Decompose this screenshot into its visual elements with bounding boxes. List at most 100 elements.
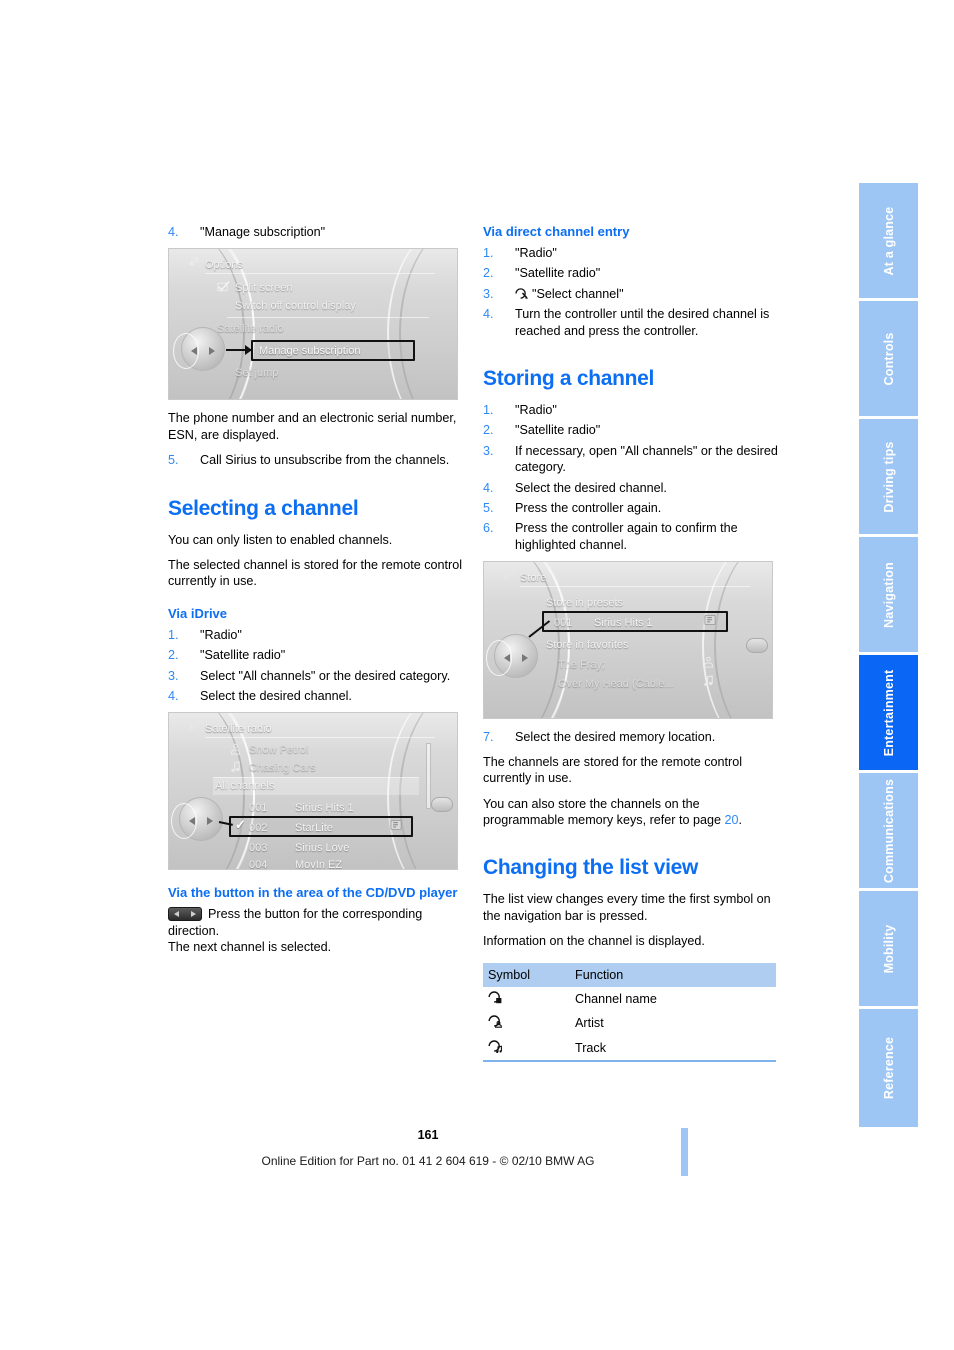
sidebar-item-controls[interactable]: Controls: [859, 301, 918, 419]
paragraph-esn: The phone number and an electronic seria…: [168, 411, 457, 442]
menu-item-split-screen[interactable]: Split screen: [235, 280, 431, 296]
store-icon: [503, 571, 514, 579]
sidebar-item-mobility[interactable]: Mobility: [859, 891, 918, 1009]
preset-name[interactable]: Sirius Hits 1: [594, 615, 653, 631]
paragraph-remote-control: The selected channel is stored for the r…: [168, 558, 463, 589]
music-note-icon: [231, 761, 240, 773]
column-header-function: Function: [563, 962, 776, 987]
list-item: 4. Select the desired channel.: [168, 688, 468, 704]
sidebar-item-label: Communications: [881, 778, 896, 883]
channel-number: 001: [249, 802, 268, 815]
sidebar-item-label: At a glance: [881, 206, 896, 275]
step-number: 5.: [483, 501, 494, 516]
screen-title: Options: [205, 259, 243, 272]
list-item: 3. "Select channel": [483, 286, 783, 302]
step-text: "Radio": [515, 403, 557, 418]
sidebar-item-label: Navigation: [881, 561, 896, 628]
step-number: 7.: [483, 730, 494, 745]
step-number: 3.: [168, 668, 179, 683]
menu-item-manage-subscription[interactable]: Manage subscription: [259, 343, 361, 359]
select-channel-icon: [515, 288, 528, 299]
checkmark-icon: ✓: [235, 817, 246, 833]
page-reference-link[interactable]: 20: [724, 813, 738, 827]
preset-badge-icon: [704, 615, 716, 626]
list-section-store-in-presets: Store in presets: [546, 597, 624, 610]
list-item: 1. "Radio": [483, 245, 783, 261]
step-text: Turn the controller until the desired ch…: [515, 307, 770, 338]
page-title-selecting-channel: Selecting a channel: [168, 496, 359, 520]
step-list-direct-entry: 1. "Radio" 2. "Satellite radio" 3. "Sele…: [483, 245, 783, 339]
list-item: 1. "Radio": [168, 627, 468, 643]
favorite-item-track[interactable]: Over My Head (Cable...: [558, 676, 746, 692]
step-text: "Select channel": [532, 286, 624, 301]
sidebar-item-at-a-glance[interactable]: At a glance: [859, 183, 918, 301]
menu-item-switch-off-display[interactable]: Switch off control display: [235, 298, 431, 314]
favorite-item-artist[interactable]: The Fray;: [558, 657, 746, 673]
step-text: "Satellite radio": [515, 423, 601, 438]
channel-name[interactable]: StarLite: [295, 820, 333, 836]
menu-item-set-jump[interactable]: Set jump: [235, 365, 431, 381]
artist-name: Snow Petrol: [249, 744, 309, 757]
sidebar-item-label: Driving tips: [881, 440, 896, 513]
chapter-sidebar: At a glance Controls Driving tips Naviga…: [808, 183, 954, 1127]
step-number: 4.: [168, 225, 179, 239]
subheading-direct-channel-entry: Via direct channel entry: [483, 224, 630, 239]
symbol-cell: [483, 1011, 563, 1035]
function-cell: Artist: [575, 1016, 604, 1031]
sidebar-item-label: Controls: [881, 332, 896, 385]
idrive-controller-knob[interactable]: [486, 634, 538, 679]
channel-name[interactable]: Sirius Hits 1: [295, 800, 354, 816]
idrive-controller-knob[interactable]: [173, 327, 225, 372]
prog-keys-period: .: [738, 812, 743, 827]
artist-symbol-icon: [488, 1015, 502, 1029]
step-number: 1.: [483, 403, 494, 418]
step-text: "Satellite radio": [200, 648, 286, 663]
sidebar-item-driving-tips[interactable]: Driving tips: [859, 419, 918, 537]
table-row: Channel name: [483, 987, 776, 1011]
idrive-controller-knob[interactable]: [171, 797, 223, 842]
sidebar-item-navigation[interactable]: Navigation: [859, 537, 918, 655]
right-control-knob[interactable]: [746, 638, 768, 654]
step-number: 3.: [483, 286, 494, 301]
list-section-store-in-favorites: Store in favorites: [546, 639, 629, 652]
sidebar-item-reference[interactable]: Reference: [859, 1009, 918, 1127]
skip-prev-next-button-icon[interactable]: [168, 907, 202, 922]
menu-item-satellite-radio[interactable]: Satellite radio: [217, 321, 431, 337]
paragraph-programmable-keys: You can also store the channels on the p…: [483, 796, 783, 829]
sidebar-item-entertainment[interactable]: Entertainment: [859, 655, 918, 773]
preset-number: 001: [554, 617, 573, 630]
list-item: 2. "Satellite radio": [483, 265, 783, 281]
artist-icon: [703, 657, 714, 668]
sidebar-item-communications[interactable]: Communications: [859, 773, 918, 891]
page-title-storing-channel: Storing a channel: [483, 367, 655, 391]
step-text: "Radio": [200, 627, 242, 642]
channel-name[interactable]: MovIn EZ: [295, 857, 342, 869]
channel-name-symbol-icon: [488, 991, 502, 1004]
column-header-symbol: Symbol: [483, 962, 563, 987]
step-text: If necessary, open "All channels" or the…: [515, 443, 778, 475]
scrollbar[interactable]: [426, 743, 431, 810]
title-rule: [205, 273, 435, 275]
channel-number: 004: [249, 859, 268, 871]
symbol-cell: [483, 1035, 563, 1063]
satellite-radio-icon: [188, 722, 199, 730]
step-list-call-sirius: 5. Call Sirius to unsubscribe from the c…: [168, 452, 468, 468]
table-header-row: Symbol Function: [483, 962, 776, 987]
paragraph-press-button: Press the button for the corresponding d…: [168, 906, 468, 939]
channel-name[interactable]: Sirius Love: [295, 840, 349, 856]
step-text: "Manage subscription": [200, 225, 326, 239]
step-list-manage-subscription: 4. "Manage subscription": [168, 224, 468, 240]
paragraph-list-view: The list view changes every time the fir…: [483, 892, 771, 923]
right-arrow-icon: [522, 654, 528, 663]
step-number: 4.: [483, 480, 494, 495]
step-list-memory-location: 7. Select the desired memory location.: [483, 729, 783, 745]
track-symbol-icon: [488, 1040, 502, 1053]
list-section-all-channels[interactable]: All channels: [215, 778, 431, 794]
list-item: 4. Select the desired channel.: [483, 480, 783, 496]
idrive-options-screenshot: Options Split screen Switch off control …: [168, 248, 458, 401]
prog-keys-text: You can also store the channels on the p…: [483, 796, 725, 827]
right-control-knob[interactable]: [431, 797, 453, 813]
step-number: 2.: [483, 266, 494, 281]
preset-badge-icon: [390, 820, 402, 831]
table-row: Track: [483, 1035, 776, 1063]
